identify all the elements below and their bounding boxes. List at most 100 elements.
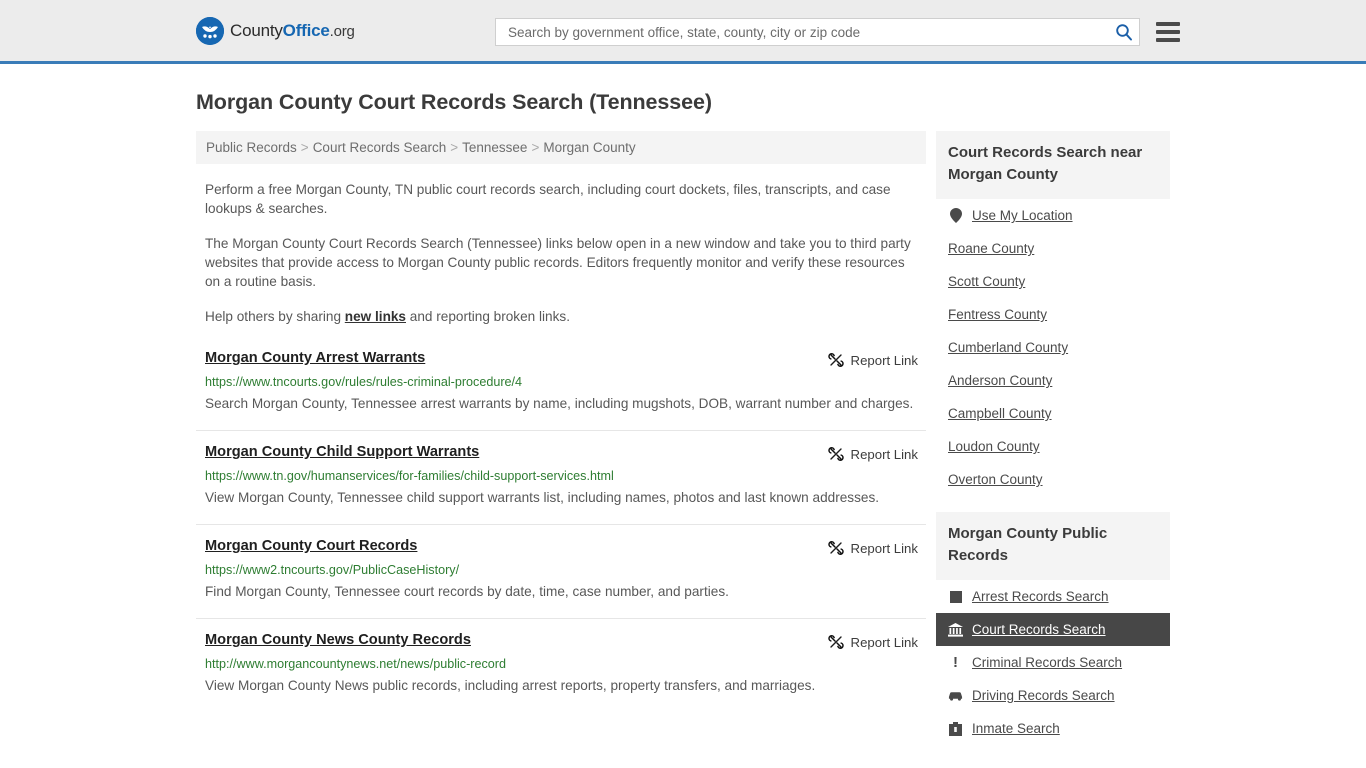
public-records-panel: Morgan County Public Records Arrest Reco… [936,512,1170,745]
result-item: Morgan County Court Records Report Link … [196,538,926,619]
site-logo[interactable]: CountyOffice.org [196,16,355,45]
sidebar-link-label[interactable]: Criminal Records Search [972,655,1122,670]
sidebar-link-label[interactable]: Fentress County [948,307,1047,322]
sidebar-link-label[interactable]: Loudon County [948,439,1040,454]
search-input[interactable] [506,23,1115,41]
result-header: Morgan County Arrest Warrants Report Lin… [205,350,918,368]
intro-paragraph-3: Help others by sharing new links and rep… [196,307,926,326]
new-links-link[interactable]: new links [345,309,406,324]
result-header: Morgan County Child Support Warrants Rep… [205,444,918,462]
logo-text-office: Office [282,20,330,40]
result-title-link[interactable]: Morgan County Child Support Warrants [205,444,479,460]
search-box[interactable] [495,18,1140,46]
intro-p3-before: Help others by sharing [205,309,345,324]
breadcrumb-item-court-records-search[interactable]: Court Records Search [313,140,447,155]
report-link-button[interactable]: Report Link [827,634,918,650]
sidebar: Court Records Search near Morgan County … [936,131,1170,761]
sidebar-link-label[interactable]: Overton County [948,472,1043,487]
sidebar-item-cumberland-county[interactable]: Cumberland County [936,331,1170,364]
courthouse-icon [948,622,963,637]
sidebar-item-fentress-county[interactable]: Fentress County [936,298,1170,331]
result-url: https://www.tncourts.gov/rules/rules-cri… [205,375,523,389]
nearby-search-panel: Court Records Search near Morgan County … [936,131,1170,496]
logo-text-county: County [230,20,283,40]
sidebar-item-court-records-search[interactable]: Court Records Search [936,613,1170,646]
report-link-label: Report Link [850,352,918,368]
broken-link-icon [827,353,844,367]
broken-link-icon [827,541,844,555]
public-records-panel-title: Morgan County Public Records [936,512,1170,580]
result-url: https://www.tn.gov/humanservices/for-fam… [205,469,614,483]
nearby-county-list: Use My Location Roane County Scott Count… [936,199,1170,496]
sidebar-item-scott-county[interactable]: Scott County [936,265,1170,298]
sidebar-item-campbell-county[interactable]: Campbell County [936,397,1170,430]
sidebar-item-inmate-search[interactable]: Inmate Search [936,712,1170,745]
breadcrumb-item-morgan-county[interactable]: Morgan County [543,140,635,155]
hamburger-bar [1156,22,1180,26]
content-row: Public Records > Court Records Search > Tenn… [196,131,1170,761]
breadcrumb-separator: > [531,140,540,155]
intro-paragraph-2: The Morgan County Court Records Search (… [205,236,911,289]
report-link-label: Report Link [850,446,918,462]
result-description: View Morgan County, Tennessee child supp… [205,490,880,505]
sidebar-item-criminal-records-search[interactable]: ! Criminal Records Search [936,646,1170,679]
page-container: Morgan County Court Records Search (Tenn… [0,90,1366,761]
search-icon[interactable] [1115,23,1133,41]
fingerprint-square-icon [948,589,963,604]
sidebar-link-label[interactable]: Cumberland County [948,340,1068,355]
breadcrumb: Public Records > Court Records Search > Tenn… [196,131,926,164]
broken-link-icon [827,447,844,461]
result-title-link[interactable]: Morgan County Court Records [205,538,417,554]
sidebar-item-loudon-county[interactable]: Loudon County [936,430,1170,463]
public-records-list: Arrest Records Search Court Records Sear… [936,580,1170,745]
breadcrumb-item-tennessee[interactable]: Tennessee [462,140,527,155]
logo-text: CountyOffice.org [230,21,355,41]
sidebar-link-label[interactable]: Roane County [948,241,1034,256]
results-list: Morgan County Arrest Warrants Report Lin… [196,350,926,712]
report-link-label: Report Link [850,540,918,556]
intro-paragraph-1: Perform a free Morgan County, TN public … [205,182,891,216]
result-url: https://www2.tncourts.gov/PublicCaseHist… [205,563,460,577]
sidebar-link-label[interactable]: Scott County [948,274,1025,289]
hamburger-bar [1156,38,1180,42]
exclamation-icon: ! [953,654,958,671]
result-item: Morgan County Arrest Warrants Report Lin… [196,350,926,431]
result-description: View Morgan County News public records, … [205,678,816,693]
sidebar-link-label[interactable]: Campbell County [948,406,1052,421]
sidebar-link-label[interactable]: Inmate Search [972,721,1060,736]
car-icon [948,688,963,703]
report-link-button[interactable]: Report Link [827,540,918,556]
broken-link-icon [827,635,844,649]
result-description: Find Morgan County, Tennessee court reco… [205,584,729,599]
intro-section: Perform a free Morgan County, TN public … [196,180,926,326]
sidebar-item-roane-county[interactable]: Roane County [936,232,1170,265]
sidebar-link-label[interactable]: Anderson County [948,373,1052,388]
sidebar-item-arrest-records-search[interactable]: Arrest Records Search [936,580,1170,613]
sidebar-item-use-my-location[interactable]: Use My Location [936,199,1170,232]
result-header: Morgan County Court Records Report Link [205,538,918,556]
sidebar-link-label[interactable]: Arrest Records Search [972,589,1109,604]
result-title-link[interactable]: Morgan County Arrest Warrants [205,350,425,366]
hamburger-menu-icon[interactable] [1156,22,1180,42]
sidebar-item-overton-county[interactable]: Overton County [936,463,1170,496]
hamburger-bar [1156,30,1180,34]
result-url: http://www.morgancountynews.net/news/pub… [205,657,506,671]
report-link-button[interactable]: Report Link [827,446,918,462]
intro-p3-after: and reporting broken links. [406,309,570,324]
main-column: Public Records > Court Records Search > Tenn… [196,131,926,725]
jail-building-icon [948,721,963,736]
report-link-button[interactable]: Report Link [827,352,918,368]
sidebar-link-label[interactable]: Court Records Search [972,622,1106,637]
sidebar-item-anderson-county[interactable]: Anderson County [936,364,1170,397]
sidebar-link-label[interactable]: Use My Location [972,208,1073,223]
result-title-link[interactable]: Morgan County News County Records [205,632,471,648]
breadcrumb-item-public-records[interactable]: Public Records [206,140,297,155]
logo-text-org: .org [329,22,355,40]
sidebar-link-label[interactable]: Driving Records Search [972,688,1115,703]
map-pin-icon [948,208,963,223]
sidebar-item-driving-records-search[interactable]: Driving Records Search [936,679,1170,712]
report-link-label: Report Link [850,634,918,650]
result-description: Search Morgan County, Tennessee arrest w… [205,396,914,411]
page-title: Morgan County Court Records Search (Tenn… [196,90,712,114]
eagle-stars-logo-icon [196,16,224,45]
